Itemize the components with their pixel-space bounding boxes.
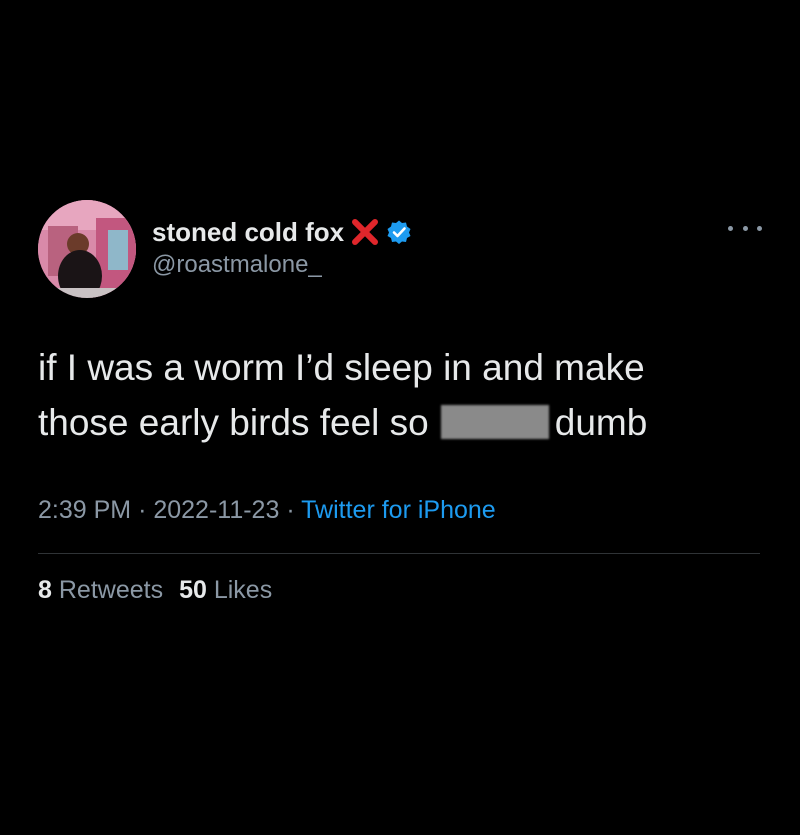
author-name-row: stoned cold fox <box>152 214 412 250</box>
cross-mark-icon <box>350 217 380 247</box>
meta-separator-1: · <box>138 496 147 524</box>
meta-separator-2: · <box>286 496 295 524</box>
more-options-icon[interactable] <box>728 218 762 238</box>
likes-stat[interactable]: 50 Likes <box>179 576 272 604</box>
divider <box>38 553 760 554</box>
verified-badge-icon <box>386 219 412 245</box>
author-handle[interactable]: @roastmalone_ <box>152 251 322 279</box>
tweet-text-line-2-end: dumb <box>554 402 648 443</box>
tweet-text-line-1: if I was a worm I’d sleep in and make <box>38 347 645 388</box>
redacted-word <box>440 405 549 439</box>
likes-count: 50 <box>179 576 207 604</box>
retweets-stat[interactable]: 8 Retweets <box>38 576 163 604</box>
display-name[interactable]: stoned cold fox <box>152 217 344 248</box>
tweet-time[interactable]: 2:39 PM <box>38 496 131 524</box>
likes-label: Likes <box>213 576 273 604</box>
tweet-text-line-2: those early birds feel so dumb <box>38 395 738 450</box>
tweet-text: if I was a worm I’d sleep in and make th… <box>38 340 738 450</box>
avatar[interactable] <box>38 200 136 298</box>
tweet-source-link[interactable]: Twitter for iPhone <box>301 496 496 524</box>
tweet-stats: 8 Retweets 50 Likes <box>38 576 272 605</box>
tweet-metadata: 2:39 PM · 2022-11-23 · Twitter for iPhon… <box>38 496 496 525</box>
tweet-text-line-2-start: those early birds feel so <box>38 402 429 443</box>
tweet-date[interactable]: 2022-11-23 <box>153 496 279 524</box>
retweets-label: Retweets <box>58 576 164 604</box>
retweets-count: 8 <box>38 576 52 604</box>
tweet-card: stoned cold fox @roastmalone_ if I was a… <box>0 0 800 835</box>
